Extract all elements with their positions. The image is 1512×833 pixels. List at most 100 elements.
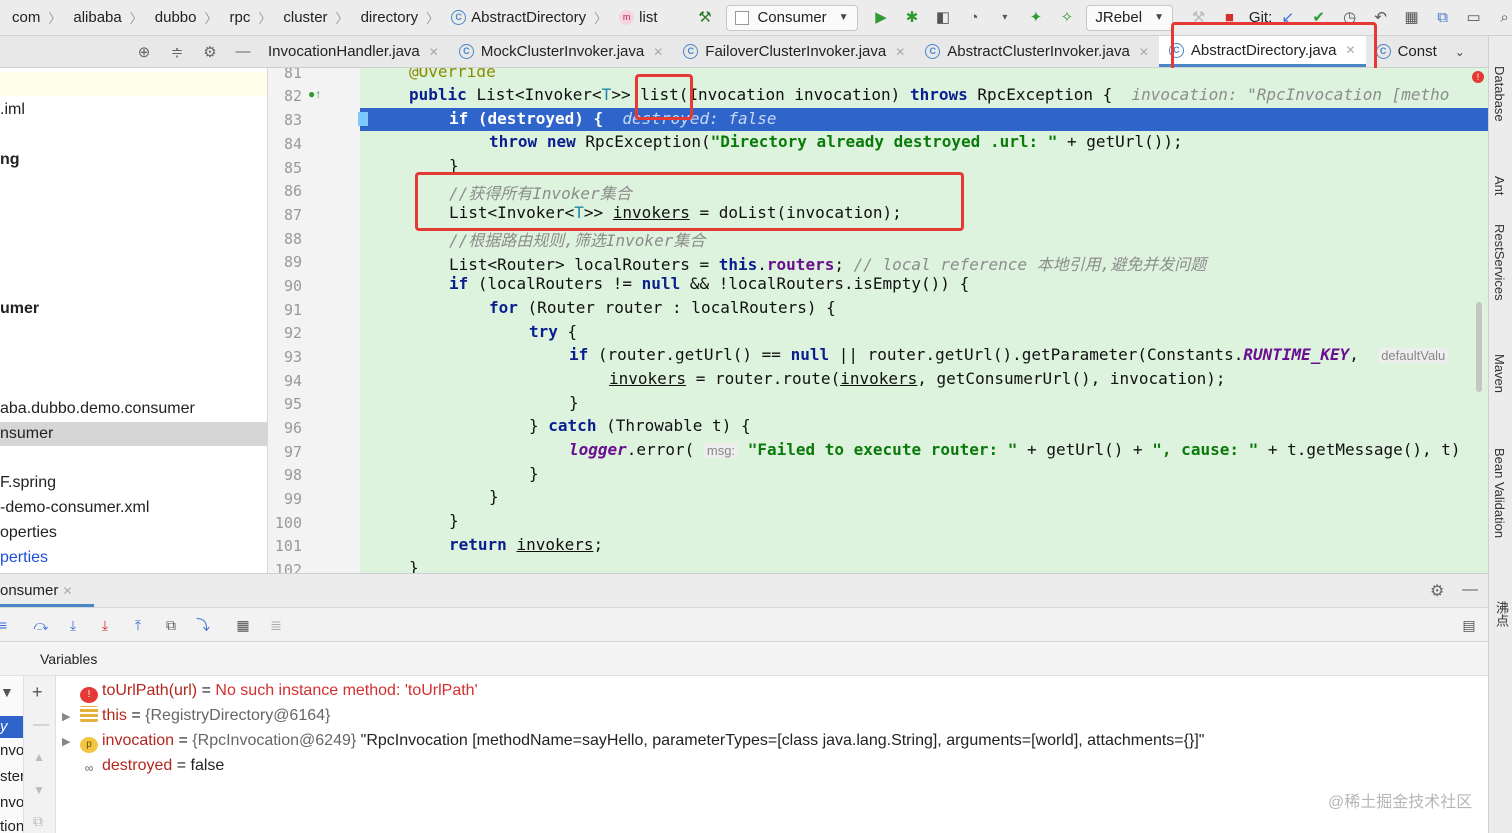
tree-item[interactable]: operties <box>0 521 267 545</box>
move-down-icon[interactable]: ▼ <box>33 783 45 797</box>
breadcrumb-alibaba[interactable]: alibaba 〉 <box>61 8 142 27</box>
trace-stream-icon[interactable]: ≣ <box>267 616 285 634</box>
breadcrumb-com[interactable]: com 〉 <box>0 8 61 27</box>
close-icon[interactable]: ✕ <box>429 45 439 59</box>
terminal-icon[interactable]: ▭ <box>1466 9 1481 27</box>
tree-item[interactable]: -demo-consumer.xml <box>0 496 267 520</box>
search-icon[interactable]: ⌕ <box>1497 9 1512 27</box>
variable-row[interactable]: ▶ this = {RegistryDirectory@6164} <box>62 704 330 728</box>
layout-icon[interactable]: ▤ <box>1460 616 1478 634</box>
frame-item-selected[interactable]: y (c <box>0 716 23 757</box>
run-to-cursor-icon[interactable]: ⤵ <box>194 616 212 634</box>
tab-constants[interactable]: C Const <box>1366 36 1447 67</box>
expand-arrow-icon[interactable]: ▶ <box>62 730 80 754</box>
close-icon[interactable]: ✕ <box>653 45 663 59</box>
gear-icon[interactable]: ⚙ <box>1430 581 1444 601</box>
variable-row[interactable]: ! toUrlPath(url) = No such instance metho… <box>62 679 478 703</box>
add-watch-icon[interactable]: + <box>32 682 43 703</box>
chevron-down-icon[interactable]: ▾ <box>997 9 1012 27</box>
step-into-icon[interactable]: ⤓ <box>64 616 82 634</box>
expand-arrow-icon[interactable]: ▶ <box>62 705 80 729</box>
breadcrumb-class[interactable]: C AbstractDirectory 〉 <box>439 8 607 27</box>
force-step-into-icon[interactable]: ⤓ <box>96 616 114 634</box>
annotation-box-list-method <box>635 74 693 120</box>
string-literal: "Directory already destroyed .url: " <box>710 132 1058 151</box>
minimize-icon[interactable]: — <box>233 43 253 60</box>
line-number: 102 <box>274 561 302 573</box>
feidian-tool[interactable]: 沸点 <box>1492 601 1511 627</box>
variable-row[interactable]: ▶ p invocation = {RpcInvocation@6249} "Rpc… <box>62 729 1204 753</box>
tree-item[interactable]: aba.dubbo.demo.consumer <box>0 397 267 421</box>
type-token: List<Invoker< <box>476 85 602 104</box>
collapse-all-icon[interactable]: ≑ <box>167 43 187 61</box>
filter-icon[interactable]: ▼ <box>0 684 14 700</box>
rerun-icon[interactable]: ≡ <box>0 616 12 634</box>
tree-row-highlighted[interactable] <box>0 72 267 96</box>
breadcrumb-cluster[interactable]: cluster 〉 <box>271 8 348 27</box>
build-hammer-icon[interactable]: ⚒ <box>698 9 713 27</box>
frame-item[interactable]: tion <box>0 818 23 833</box>
tree-item[interactable]: .iml <box>0 98 267 122</box>
tree-item-label: nsumer <box>0 425 54 442</box>
restservices-tool[interactable]: RestServices <box>1492 224 1507 301</box>
run-configuration-select[interactable]: Consumer ▼ <box>726 4 858 31</box>
move-up-icon[interactable]: ▲ <box>33 750 45 764</box>
jrebel-run-icon[interactable]: ✦ <box>1028 9 1043 27</box>
close-icon[interactable]: ✕ <box>895 45 905 59</box>
gear-icon[interactable]: ⚙ <box>200 43 220 61</box>
step-over-icon[interactable]: ⤼ <box>32 616 50 634</box>
step-out-icon[interactable]: ⤒ <box>129 616 147 634</box>
tree-item[interactable]: perties <box>0 546 267 570</box>
tab-mock-cluster-invoker[interactable]: C MockClusterInvoker.java ✕ <box>449 36 673 67</box>
database-tool[interactable]: Database <box>1492 66 1507 122</box>
line-number: 98 <box>283 466 302 484</box>
jrebel-debug-icon[interactable]: ✧ <box>1059 9 1074 27</box>
maven-tool[interactable]: Maven <box>1492 354 1507 393</box>
frame-item[interactable]: ster <box>0 768 23 785</box>
profile-icon[interactable]: ◔ <box>966 9 981 27</box>
frame-item[interactable]: nvol <box>0 794 23 811</box>
debug-bug-icon[interactable]: ✱ <box>905 9 920 27</box>
breadcrumb-directory[interactable]: directory 〉 <box>349 8 440 27</box>
close-icon[interactable]: ✕ <box>1139 45 1149 59</box>
breadcrumb-dubbo[interactable]: dubbo 〉 <box>143 8 218 27</box>
code-editor[interactable]: 81 82 83 84 85 86 87 88 89 90 91 92 93 9… <box>268 68 1488 573</box>
ant-tool[interactable]: Ant <box>1492 176 1507 196</box>
line-number: 91 <box>283 301 302 319</box>
line-number: 99 <box>283 490 302 508</box>
bean-validation-tool[interactable]: Bean Validation <box>1492 448 1507 538</box>
tab-invocation-handler[interactable]: InvocationHandler.java ✕ <box>268 36 449 67</box>
translate-icon[interactable]: ⧉ <box>1435 9 1450 27</box>
tab-failover-cluster-invoker[interactable]: C FailoverClusterInvoker.java ✕ <box>673 36 915 67</box>
project-structure-icon[interactable]: ▦ <box>1404 9 1419 27</box>
override-marker-icon[interactable]: ●↑ <box>308 87 321 101</box>
chevron-right-icon: 〉 <box>426 11 440 26</box>
chevron-down-icon[interactable]: ⌄ <box>1455 45 1465 59</box>
variable-row[interactable]: ∞ destroyed = false <box>62 754 225 778</box>
breadcrumb-rpc[interactable]: rpc 〉 <box>218 8 272 27</box>
jrebel-select[interactable]: JRebel ▼ <box>1086 4 1173 31</box>
remove-watch-icon[interactable]: — <box>33 716 49 734</box>
scroll-thumb[interactable] <box>1476 302 1482 392</box>
copy-icon[interactable]: ⧉ <box>33 813 43 830</box>
coverage-icon[interactable]: ◧ <box>936 9 951 27</box>
tree-item[interactable]: F.spring <box>0 471 267 495</box>
evaluate-expression-icon[interactable]: ▦ <box>234 616 252 634</box>
frame-item[interactable]: nvo <box>0 742 23 759</box>
line-number: 92 <box>283 324 302 342</box>
run-icon[interactable]: ▶ <box>874 9 889 27</box>
code-token: + getUrl()); <box>1067 132 1183 151</box>
code-token: ; <box>593 535 604 554</box>
tree-item[interactable]: ng <box>0 148 267 172</box>
breadcrumb-method[interactable]: m list <box>607 9 658 26</box>
locate-target-icon[interactable]: ⊕ <box>134 43 154 61</box>
breadcrumb-label: directory <box>360 9 419 26</box>
tree-item[interactable]: umer <box>0 297 267 321</box>
debug-session-tab[interactable]: onsumer ✕ <box>0 582 73 599</box>
close-icon[interactable]: ✕ <box>63 584 73 598</box>
minimize-icon[interactable]: — <box>1462 581 1478 599</box>
class-icon: C <box>458 44 474 59</box>
drop-frame-icon[interactable]: ⧉ <box>162 616 180 634</box>
tree-item-selected[interactable]: nsumer <box>0 422 267 446</box>
tab-abstract-cluster-invoker[interactable]: C AbstractClusterInvoker.java ✕ <box>915 36 1159 67</box>
